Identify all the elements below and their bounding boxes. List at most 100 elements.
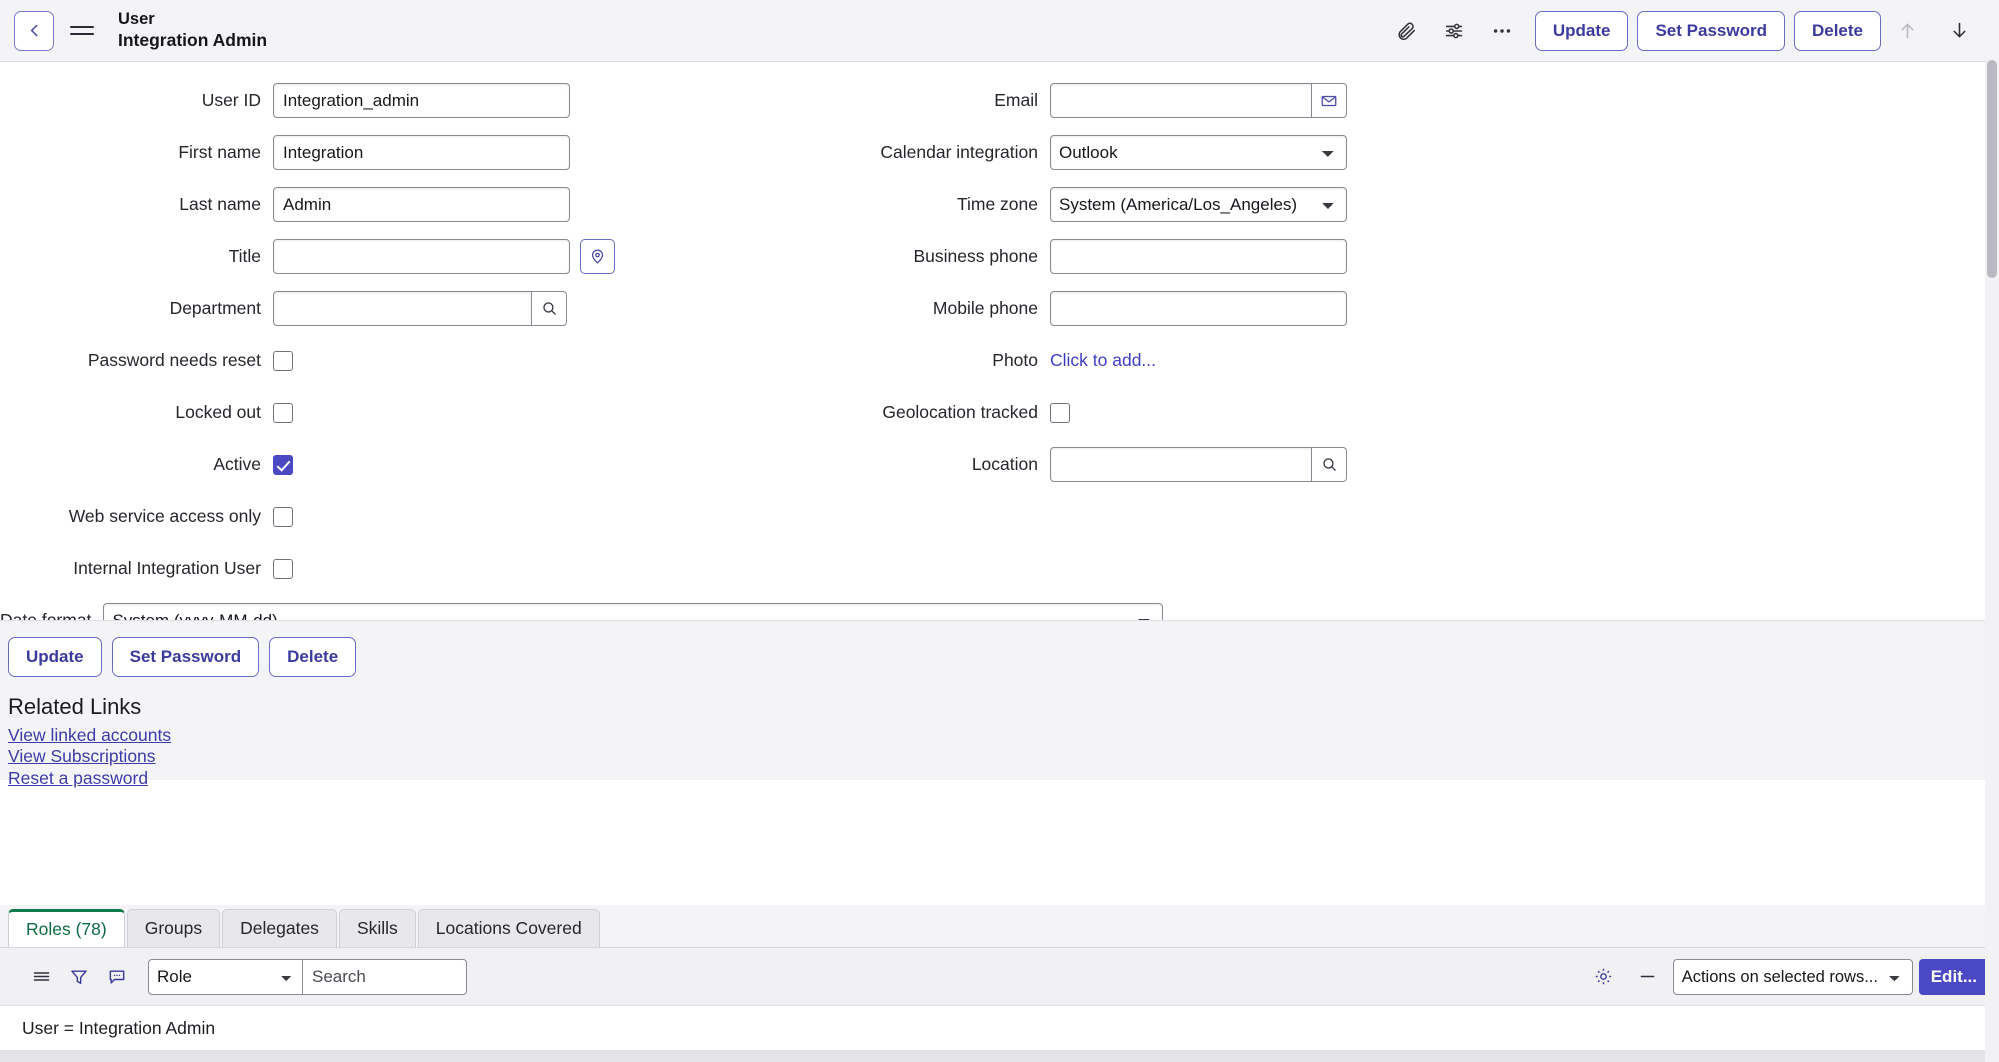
tab-groups[interactable]: Groups (127, 909, 220, 947)
locked-out-checkbox[interactable] (273, 403, 293, 423)
last-name-label: Last name (0, 194, 273, 215)
title-lookup-button[interactable] (580, 239, 615, 274)
field-business-phone: Business phone (760, 236, 1970, 277)
mobile-phone-input[interactable] (1050, 291, 1347, 326)
department-label: Department (0, 298, 273, 319)
list-comment-button[interactable] (98, 958, 136, 996)
sliders-icon (1443, 20, 1465, 42)
speech-bubble-icon (107, 967, 127, 987)
related-lists-tabs: Roles (78) Groups Delegates Skills Locat… (0, 905, 1999, 947)
paperclip-icon (1395, 20, 1417, 42)
last-name-input[interactable] (273, 187, 570, 222)
minus-icon (1637, 966, 1658, 987)
field-location: Location (760, 444, 1970, 485)
internal-integration-user-label: Internal Integration User (0, 558, 273, 579)
page-title-kicker: User (118, 9, 267, 30)
page-scrollbar-thumb[interactable] (1987, 60, 1997, 278)
previous-record-button[interactable] (1881, 9, 1933, 53)
hamburger-menu-button[interactable] (70, 11, 104, 51)
field-mobile-phone: Mobile phone (760, 288, 1970, 329)
list-filter-button[interactable] (60, 958, 98, 996)
footer-delete-button[interactable]: Delete (269, 637, 356, 677)
user-form: User ID First name Last name Title (0, 62, 1999, 682)
tab-roles[interactable]: Roles (78) (8, 909, 125, 947)
location-search-button[interactable] (1312, 447, 1347, 482)
mobile-phone-label: Mobile phone (760, 298, 1050, 319)
first-name-input[interactable] (273, 135, 570, 170)
list-search-combo: Role (148, 959, 467, 995)
email-input[interactable] (1050, 83, 1312, 118)
update-button[interactable]: Update (1535, 11, 1629, 51)
field-geolocation-tracked: Geolocation tracked (760, 392, 1970, 433)
internal-integration-user-checkbox[interactable] (273, 559, 293, 579)
delete-button[interactable]: Delete (1794, 11, 1881, 51)
back-button[interactable] (14, 11, 54, 51)
related-links-heading: Related Links (8, 694, 1999, 720)
next-record-button[interactable] (1933, 9, 1985, 53)
hamburger-line (70, 33, 94, 35)
actions-on-selected-rows-select[interactable]: Actions on selected rows... (1673, 959, 1913, 995)
geolocation-tracked-label: Geolocation tracked (760, 402, 1050, 423)
field-email: Email (760, 80, 1970, 121)
department-search-button[interactable] (532, 291, 567, 326)
related-link-reset-a-password[interactable]: Reset a password (8, 769, 148, 788)
user-id-input[interactable] (273, 83, 570, 118)
email-compose-button[interactable] (1312, 83, 1347, 118)
photo-add-link[interactable]: Click to add... (1050, 350, 1156, 371)
active-checkbox[interactable] (273, 455, 293, 475)
form-footer: Update Set Password Delete Related Links… (0, 620, 1999, 780)
envelope-icon (1320, 92, 1338, 110)
list-menu-icon (31, 966, 52, 987)
header-actions: Update Set Password Delete (1382, 9, 1985, 53)
first-name-label: First name (0, 142, 273, 163)
list-settings-button[interactable] (1585, 958, 1623, 996)
map-pin-icon (589, 248, 606, 265)
more-options-button[interactable] (1478, 9, 1526, 53)
tab-locations-covered[interactable]: Locations Covered (418, 909, 600, 947)
related-link-view-subscriptions[interactable]: View Subscriptions (8, 747, 156, 766)
business-phone-label: Business phone (760, 246, 1050, 267)
related-link-view-linked-accounts[interactable]: View linked accounts (8, 726, 171, 745)
tab-delegates[interactable]: Delegates (222, 909, 337, 947)
password-needs-reset-checkbox[interactable] (273, 351, 293, 371)
calendar-integration-select[interactable]: Outlook (1050, 135, 1347, 170)
attachment-button[interactable] (1382, 9, 1430, 53)
chevron-left-icon (26, 22, 43, 39)
footer-update-button[interactable]: Update (8, 637, 102, 677)
page-header: User Integration Admin (0, 0, 1999, 62)
set-password-button[interactable]: Set Password (1637, 11, 1785, 51)
tab-skills[interactable]: Skills (339, 909, 416, 947)
field-active: Active (0, 444, 760, 485)
photo-label: Photo (760, 350, 1050, 371)
funnel-icon (69, 967, 89, 987)
user-id-label: User ID (0, 90, 273, 111)
list-search-field-select[interactable]: Role (148, 959, 303, 995)
ellipsis-icon (1491, 20, 1513, 42)
title-input[interactable] (273, 239, 570, 274)
department-input[interactable] (273, 291, 532, 326)
form-column-right: Email Calendar integration Outlook (760, 80, 1970, 496)
password-needs-reset-label: Password needs reset (0, 350, 273, 371)
list-toolbar-right: Actions on selected rows... Edit... (1585, 958, 1989, 996)
arrow-down-icon (1949, 20, 1970, 41)
location-input[interactable] (1050, 447, 1312, 482)
location-label: Location (760, 454, 1050, 475)
geolocation-tracked-checkbox[interactable] (1050, 403, 1070, 423)
personalize-form-button[interactable] (1430, 9, 1478, 53)
field-department: Department (0, 288, 760, 329)
list-menu-button[interactable] (22, 958, 60, 996)
footer-set-password-button[interactable]: Set Password (112, 637, 260, 677)
calendar-integration-label: Calendar integration (760, 142, 1050, 163)
edit-button[interactable]: Edit... (1919, 959, 1989, 995)
magnifier-icon (541, 300, 558, 317)
business-phone-input[interactable] (1050, 239, 1347, 274)
field-web-service-access-only: Web service access only (0, 496, 760, 537)
field-password-needs-reset: Password needs reset (0, 340, 760, 381)
list-search-input[interactable] (303, 959, 467, 995)
time-zone-label: Time zone (760, 194, 1050, 215)
list-filter-breadcrumb[interactable]: User = Integration Admin (0, 1006, 1999, 1039)
list-collapse-button[interactable] (1629, 958, 1667, 996)
web-service-access-only-checkbox[interactable] (273, 507, 293, 527)
time-zone-select[interactable]: System (America/Los_Angeles) (1050, 187, 1347, 222)
page-scrollbar[interactable] (1985, 58, 1999, 1062)
